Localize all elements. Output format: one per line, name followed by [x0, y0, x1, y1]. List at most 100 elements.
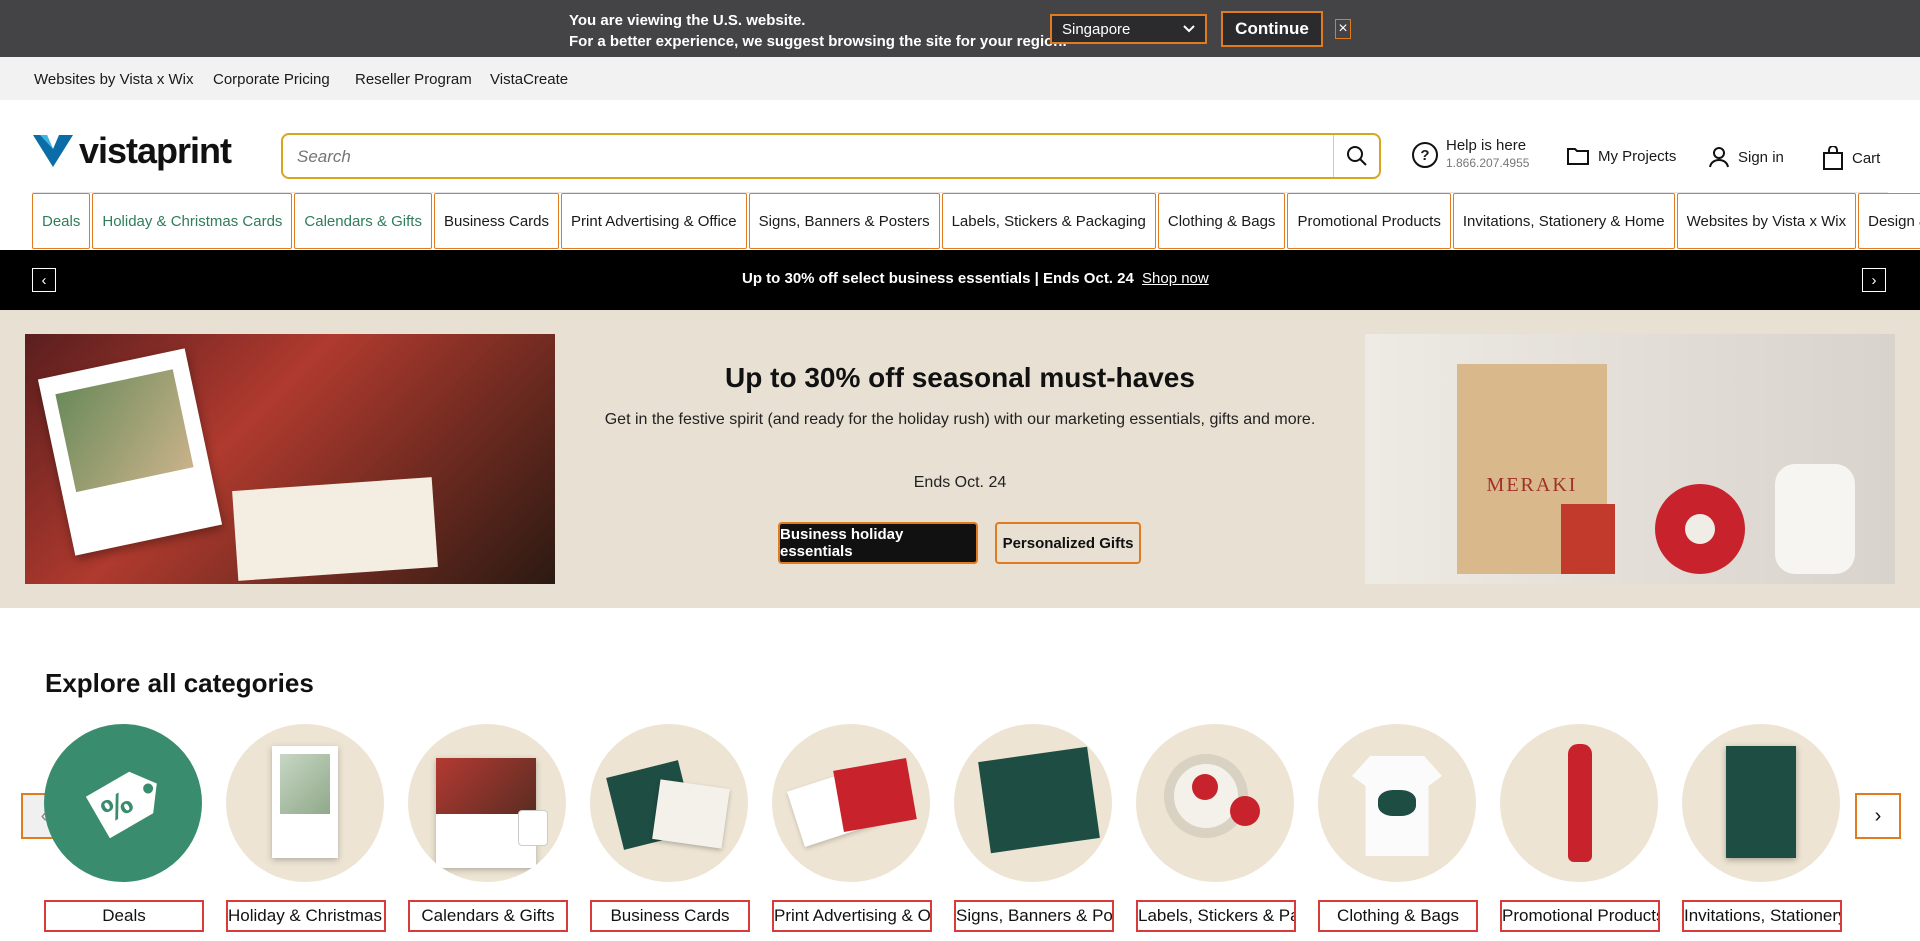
ribbon-roll-image [1655, 484, 1745, 574]
print-advertising-thumbnail [772, 724, 930, 882]
hero-image-branded-gifts: MERAKI [1365, 334, 1895, 584]
help-label: Help is here [1446, 137, 1527, 154]
nav-item-promotional-products[interactable]: Promotional Products [1287, 193, 1451, 249]
hero-title: Up to 30% off seasonal must-haves [725, 362, 1195, 393]
personalized-gifts-button[interactable]: Personalized Gifts [995, 522, 1141, 564]
shopping-bag-icon [1823, 146, 1843, 170]
explore-title: Explore all categories [45, 668, 314, 698]
search-input[interactable] [297, 145, 1297, 169]
calendars-gifts-thumbnail [408, 724, 566, 882]
category-label: Print Advertising & Office [772, 900, 932, 932]
nav-item-print-advertising[interactable]: Print Advertising & Office [561, 193, 747, 249]
category-tile-invitations[interactable]: Invitations, Stationery & Home [1682, 724, 1842, 932]
category-tile-clothing-bags[interactable]: Clothing & Bags [1318, 724, 1478, 932]
utility-link-corporate-pricing[interactable]: Corporate Pricing [213, 71, 330, 88]
hero-banner: Up to 30% off seasonal must-haves Get in… [0, 310, 1920, 608]
region-select[interactable]: Singapore [1050, 14, 1207, 44]
folder-icon [1567, 148, 1589, 165]
clothing-bags-thumbnail [1318, 724, 1476, 882]
holiday-card-image [37, 348, 223, 556]
utility-link-vistacreate[interactable]: VistaCreate [490, 71, 568, 88]
category-tile-deals[interactable]: % Deals [44, 724, 204, 932]
photo-book-image [232, 477, 438, 581]
user-icon [1709, 147, 1729, 168]
cart-link[interactable]: Cart [1822, 146, 1880, 170]
discount-tag-icon: % [85, 771, 157, 839]
category-tile-calendars-gifts[interactable]: Calendars & Gifts [408, 724, 568, 932]
sign-in-link[interactable]: Sign in [1708, 146, 1784, 168]
promo-strip: ‹ Up to 30% off select business essentia… [0, 250, 1920, 310]
next-message-button[interactable]: › [1862, 268, 1886, 292]
category-label: Clothing & Bags [1318, 900, 1478, 932]
help-icon: ? [1412, 142, 1438, 168]
search-icon [1346, 146, 1367, 166]
utility-bar: Websites by Vista x Wix Corporate Pricin… [0, 57, 1920, 100]
nav-item-signs-banners[interactable]: Signs, Banners & Posters [748, 193, 940, 249]
category-tile-signs-banners[interactable]: Signs, Banners & Posters [954, 724, 1114, 932]
my-projects-link[interactable]: My Projects [1566, 146, 1676, 166]
business-holiday-essentials-button[interactable]: Business holiday essentials [778, 522, 978, 564]
category-tile-print-advertising[interactable]: Print Advertising & Office [772, 724, 932, 932]
signs-banners-thumbnail [954, 724, 1112, 882]
vistaprint-logo[interactable]: vistaprint [33, 130, 243, 171]
category-tile-business-cards[interactable]: Business Cards [590, 724, 750, 932]
nav-item-calendars-gifts[interactable]: Calendars & Gifts [294, 193, 432, 249]
chevron-down-icon [1183, 25, 1195, 33]
utility-link-reseller-program[interactable]: Reseller Program [355, 71, 472, 88]
next-slide-button[interactable]: › [1855, 793, 1901, 839]
category-label: Deals [44, 900, 204, 932]
region-message-line1: You are viewing the U.S. website. [569, 12, 806, 29]
cart-label: Cart [1852, 149, 1881, 167]
category-label: Business Cards [590, 900, 750, 932]
continue-button[interactable]: Continue [1221, 11, 1323, 47]
nav-item-websites[interactable]: Websites by Vista x Wix [1676, 193, 1857, 249]
labels-stickers-thumbnail [1136, 724, 1294, 882]
search-button[interactable] [1333, 135, 1379, 177]
holiday-cards-thumbnail [226, 724, 384, 882]
logo-text: vistaprint [79, 130, 232, 171]
region-message: You are viewing the U.S. website. For a … [569, 10, 1067, 52]
help-link[interactable]: ? Help is here 1.866.207.4955 [1412, 136, 1529, 170]
region-select-value: Singapore [1062, 20, 1131, 38]
hero-end-date: Ends Oct. 24 [913, 474, 1007, 491]
invitations-thumbnail [1682, 724, 1840, 882]
help-phone: 1.866.207.4955 [1446, 156, 1530, 170]
category-label: Labels, Stickers & Packaging [1136, 900, 1296, 932]
promo-strip-text: Up to 30% off select business essentials… [742, 270, 1134, 287]
search-box [281, 133, 1381, 179]
promotional-products-thumbnail [1500, 724, 1658, 882]
category-label: Calendars & Gifts [408, 900, 568, 932]
nav-item-deals[interactable]: Deals [32, 193, 91, 249]
nav-item-clothing-bags[interactable]: Clothing & Bags [1157, 193, 1286, 249]
logo-mark-icon [33, 135, 73, 167]
bag-brand-text: MERAKI [1486, 474, 1578, 496]
category-tile-labels-stickers[interactable]: Labels, Stickers & Packaging [1136, 724, 1296, 932]
category-tile-promotional-products[interactable]: Promotional Products [1500, 724, 1660, 932]
close-icon[interactable]: × [1335, 19, 1351, 39]
nav-item-holiday-cards[interactable]: Holiday & Christmas Cards [92, 193, 293, 249]
business-cards-thumbnail [590, 724, 748, 882]
category-label: Signs, Banners & Posters [954, 900, 1114, 932]
nav-item-invitations[interactable]: Invitations, Stationery & Home [1452, 193, 1675, 249]
category-label: Invitations, Stationery & Home [1682, 900, 1842, 932]
category-label: Promotional Products [1500, 900, 1660, 932]
category-nav: Deals Holiday & Christmas Cards Calendar… [32, 192, 1920, 249]
region-banner: You are viewing the U.S. website. For a … [0, 0, 1920, 57]
my-projects-label: My Projects [1598, 147, 1677, 165]
gift-box-image [1561, 504, 1615, 574]
nav-item-design-logo[interactable]: Design & Logo [1858, 193, 1920, 249]
sign-in-label: Sign in [1738, 148, 1784, 166]
pen-cup-image [1775, 464, 1855, 574]
previous-message-button[interactable]: ‹ [32, 268, 56, 292]
category-tile-holiday-cards[interactable]: Holiday & Christmas Cards [226, 724, 386, 932]
deals-thumbnail: % [44, 724, 202, 882]
region-message-line2: For a better experience, we suggest brow… [569, 33, 1067, 50]
utility-link-wix[interactable]: Websites by Vista x Wix [34, 71, 194, 88]
promo-strip-message: Up to 30% off select business essentials… [742, 270, 1209, 287]
category-label: Holiday & Christmas Cards [226, 900, 386, 932]
nav-item-labels-stickers[interactable]: Labels, Stickers & Packaging [941, 193, 1156, 249]
shop-now-link[interactable]: Shop now [1142, 270, 1209, 287]
hero-image-holiday-cards [25, 334, 555, 584]
hero-subtitle: Get in the festive spirit (and ready for… [604, 411, 1316, 428]
nav-item-business-cards[interactable]: Business Cards [433, 193, 560, 249]
